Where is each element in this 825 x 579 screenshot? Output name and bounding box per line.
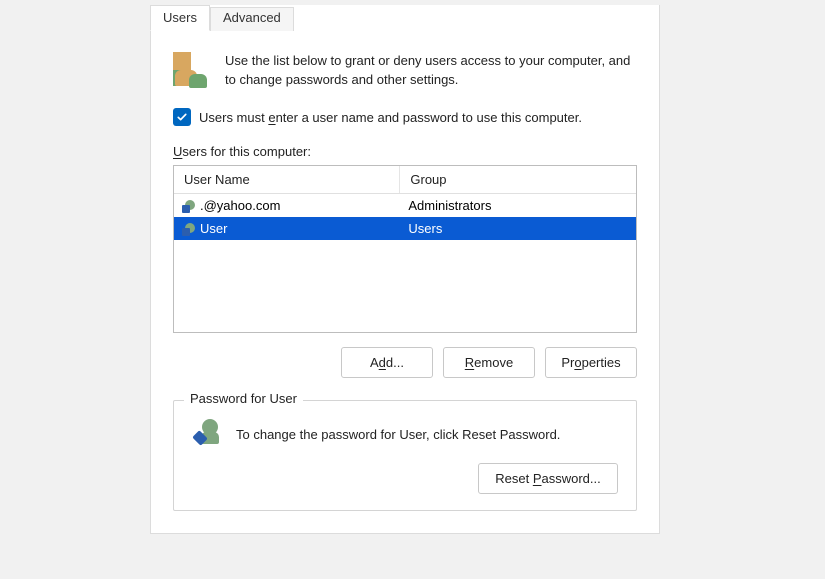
tab-advanced-label: Advanced	[223, 10, 281, 25]
user-row-icon	[182, 199, 196, 213]
users-icon	[173, 52, 211, 90]
cell-username-text: .@yahoo.com	[200, 198, 280, 213]
password-group-title: Password for User	[184, 391, 303, 406]
intro-text: Use the list below to grant or deny user…	[225, 52, 637, 90]
password-instruction-text: To change the password for User, click R…	[236, 427, 560, 442]
cell-group: Administrators	[400, 198, 636, 213]
reset-password-button[interactable]: Reset Password...	[478, 463, 618, 494]
tabstrip: Users Advanced	[150, 5, 294, 31]
cell-username: .@yahoo.com	[174, 198, 400, 213]
require-login-label[interactable]: Users must enter a user name and passwor…	[199, 110, 582, 125]
user-row-icon	[182, 222, 196, 236]
col-header-username[interactable]: User Name	[174, 166, 400, 193]
cell-group-text: Users	[408, 221, 442, 236]
add-button[interactable]: Add...	[341, 347, 433, 378]
properties-button[interactable]: Properties	[545, 347, 637, 378]
users-section-label: Users for this computer:	[173, 144, 637, 159]
tab-users-label: Users	[163, 10, 197, 25]
users-list-header: User Name Group	[174, 166, 636, 194]
col-header-group[interactable]: Group	[400, 166, 636, 193]
table-row[interactable]: .@yahoo.com Administrators	[174, 194, 636, 217]
user-key-icon	[192, 419, 222, 449]
user-accounts-dialog: Use the list below to grant or deny user…	[150, 5, 660, 534]
users-listbox[interactable]: User Name Group .@yahoo.com Administrator…	[173, 165, 637, 333]
tab-advanced[interactable]: Advanced	[210, 7, 294, 31]
table-row[interactable]: User Users	[174, 217, 636, 240]
cell-group: Users	[400, 221, 636, 236]
tab-users[interactable]: Users	[150, 5, 210, 31]
cell-group-text: Administrators	[408, 198, 491, 213]
cell-username-text: User	[200, 221, 227, 236]
password-groupbox: Password for User To change the password…	[173, 400, 637, 511]
require-login-checkbox[interactable]	[173, 108, 191, 126]
cell-username: User	[174, 221, 400, 236]
remove-button[interactable]: Remove	[443, 347, 535, 378]
